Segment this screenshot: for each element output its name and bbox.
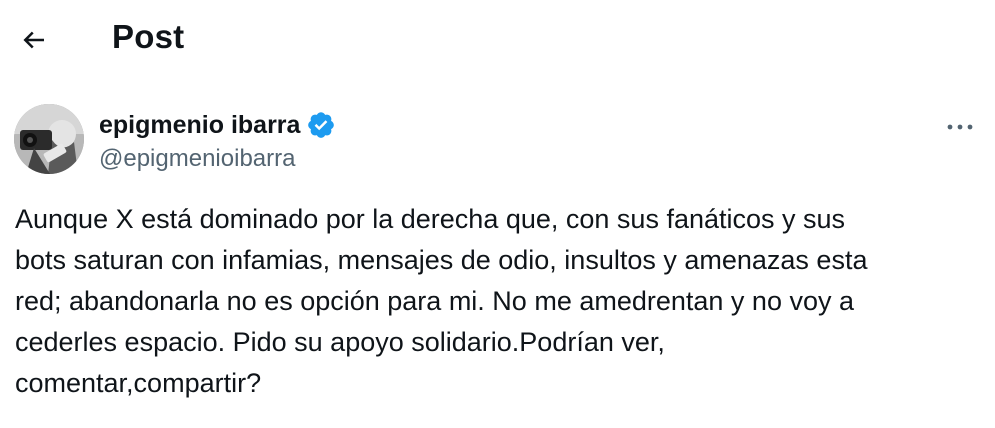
page-title: Post (112, 18, 185, 55)
author-handle[interactable]: @epigmenioibarra (99, 144, 295, 174)
arrow-left-icon (19, 25, 49, 55)
back-button[interactable] (16, 22, 52, 58)
post-text: Aunque X está dominado por la derecha qu… (15, 204, 868, 398)
avatar[interactable] (14, 104, 84, 174)
author-display-name[interactable]: epigmenio ibarra (99, 110, 300, 140)
more-options-button[interactable] (940, 110, 980, 138)
top-bar: Post (0, 0, 995, 78)
post-author: epigmenio ibarra @epigmenioibarra (14, 104, 980, 176)
name-row: epigmenio ibarra (99, 108, 336, 142)
more-horizontal-icon (945, 119, 975, 130)
verified-badge-icon (306, 110, 336, 140)
